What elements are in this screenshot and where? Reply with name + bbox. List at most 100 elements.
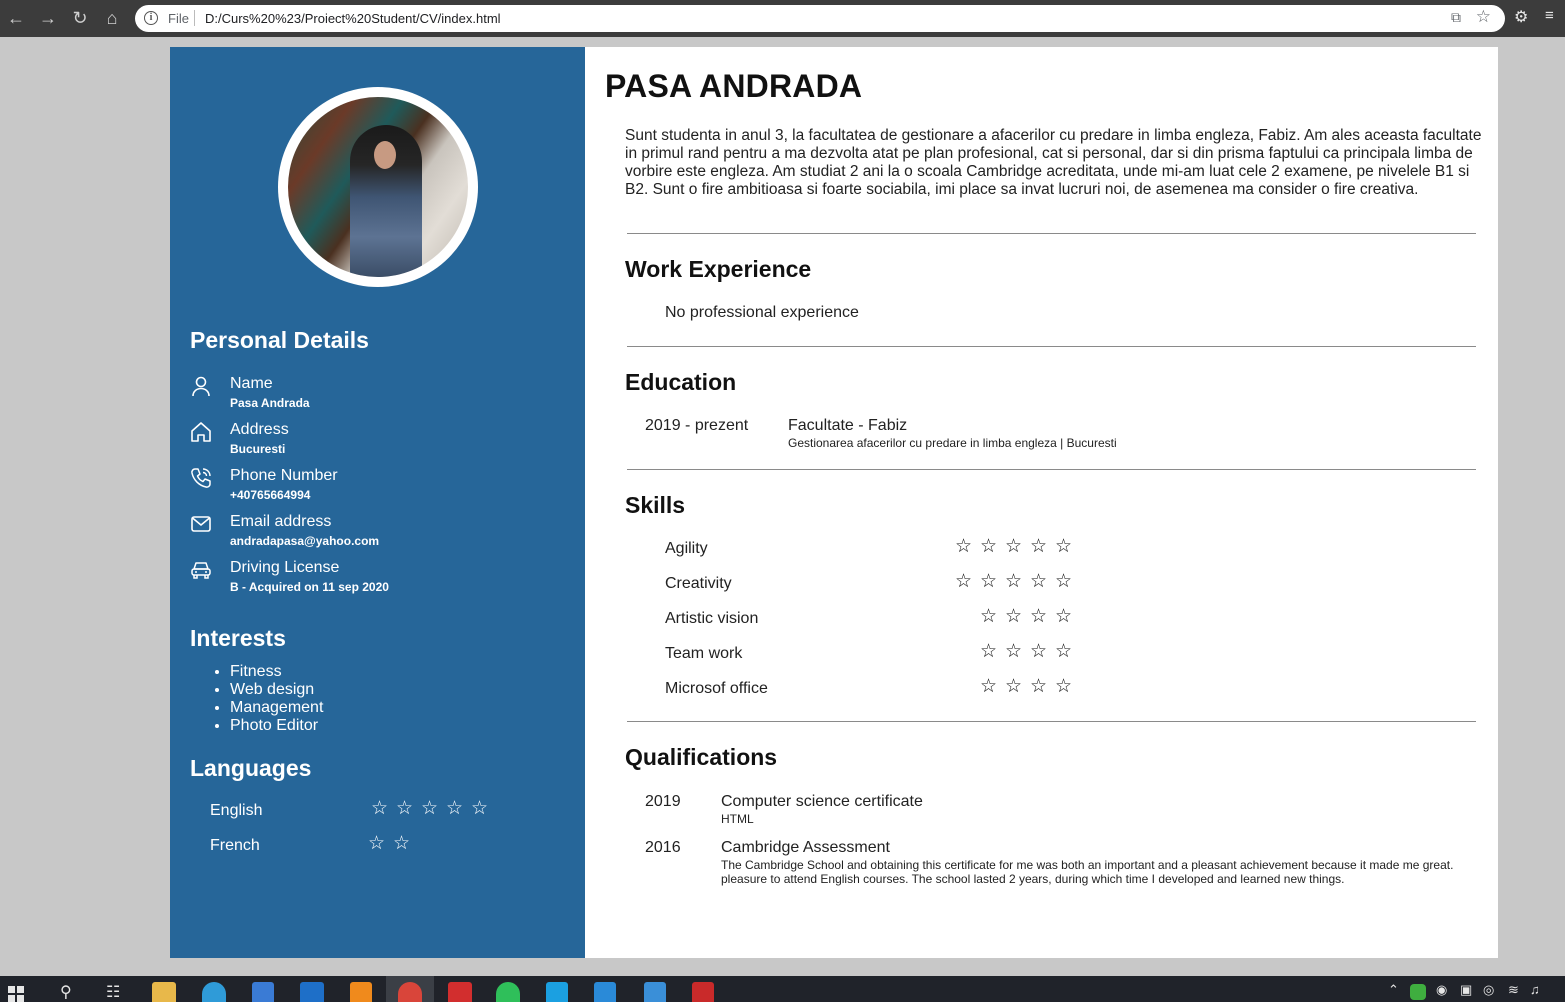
share-icon[interactable]: ⧉ (1451, 9, 1461, 26)
divider (627, 346, 1476, 347)
star-icon: ☆ (420, 798, 439, 819)
star-icon: ☆ (1054, 571, 1073, 592)
volume-icon[interactable]: ♫ (1530, 982, 1540, 997)
detail-driving-license: Driving License B - Acquired on 11 sep 2… (190, 559, 570, 599)
phone-icon (191, 468, 211, 488)
language-rating: ☆ ☆ (365, 833, 413, 855)
star-icon: ☆ (1004, 571, 1023, 592)
detail-value: B - Acquired on 11 sep 2020 (230, 580, 389, 594)
detail-name: Name Pasa Andrada (190, 375, 570, 415)
extensions-puzzle-icon[interactable]: ⚙ (1514, 7, 1528, 27)
star-icon: ☆ (979, 606, 998, 627)
education-period: 2019 - prezent (645, 417, 749, 434)
star-icon: ☆ (1054, 536, 1073, 557)
reading-list-icon[interactable]: ≡ (1545, 7, 1554, 24)
divider (627, 469, 1476, 470)
star-icon: ☆ (1054, 676, 1073, 697)
taskbar: ⚲ ☷ ⌃ ◉ ▣ ◎ ≋ ♫ (0, 976, 1565, 1002)
interests-heading: Interests (190, 625, 286, 651)
work-experience-text: No professional experience (665, 304, 859, 321)
home-button-icon[interactable]: ⌂ (100, 6, 124, 30)
qualification-detail: The Cambridge School and obtaining this … (721, 858, 1454, 886)
star-icon: ☆ (1054, 641, 1073, 662)
wifi-icon[interactable]: ≋ (1508, 982, 1519, 998)
language-name: English (210, 802, 263, 819)
url-text[interactable]: D:/Curs%20%23/Proiect%20Student/CV/index… (205, 11, 501, 26)
language-name: French (210, 837, 260, 854)
vlc-icon[interactable] (350, 982, 372, 1002)
site-info-icon[interactable]: i (144, 11, 158, 25)
page-title: PASA ANDRADA (605, 68, 863, 104)
skill-rating: ☆ ☆ ☆ ☆ (977, 676, 1075, 698)
work-experience-heading: Work Experience (625, 256, 812, 282)
qualification-detail: HTML (721, 812, 754, 826)
star-icon: ☆ (1004, 676, 1023, 697)
skill-row: Team work ☆ ☆ ☆ ☆ (665, 641, 1085, 669)
star-icon: ☆ (1004, 536, 1023, 557)
skill-rating: ☆ ☆ ☆ ☆ ☆ (952, 571, 1075, 593)
interest-item: Fitness (230, 663, 323, 681)
skill-name: Microsof office (665, 680, 768, 697)
star-icon: ☆ (979, 571, 998, 592)
photos-icon[interactable] (644, 982, 666, 1002)
windows-start-icon[interactable] (8, 986, 24, 1002)
address-bar[interactable]: i File D:/Curs%20%23/Proiect%20Student/C… (135, 5, 1505, 32)
home-icon (191, 422, 211, 442)
forward-arrow-icon[interactable]: → (36, 6, 60, 30)
mail-app-icon[interactable] (300, 982, 324, 1002)
tray-camera-icon[interactable]: ▣ (1460, 982, 1472, 998)
bookmark-star-icon[interactable]: ☆ (1476, 7, 1491, 27)
interest-item: Web design (230, 681, 323, 699)
divider (627, 721, 1476, 722)
interests-list: Fitness Web design Management Photo Edit… (230, 663, 323, 735)
search-icon[interactable]: ⚲ (60, 982, 72, 1002)
cv-page: Personal Details Name Pasa Andrada Addre… (170, 47, 1498, 958)
profile-photo (288, 97, 468, 277)
skill-row: Creativity ☆ ☆ ☆ ☆ ☆ (665, 571, 1085, 599)
mail-icon (191, 516, 211, 532)
skype-icon[interactable] (546, 982, 568, 1002)
back-arrow-icon[interactable]: ← (4, 6, 28, 30)
skills-heading: Skills (625, 492, 686, 518)
chevron-up-icon[interactable]: ⌃ (1388, 982, 1399, 998)
languages-heading: Languages (190, 755, 312, 781)
skill-rating: ☆ ☆ ☆ ☆ ☆ (952, 536, 1075, 558)
skill-row: Artistic vision ☆ ☆ ☆ ☆ (665, 606, 1085, 634)
skill-name: Agility (665, 540, 708, 557)
language-rating: ☆ ☆ ☆ ☆ ☆ (368, 798, 491, 820)
detail-label: Name (230, 375, 273, 392)
language-row: French ☆ ☆ (210, 833, 540, 861)
education-heading: Education (625, 369, 737, 395)
detail-value: andradapasa@yahoo.com (230, 534, 380, 548)
whatsapp-icon[interactable] (496, 982, 520, 1002)
vscode-icon[interactable] (594, 982, 616, 1002)
education-title: Facultate - Fabiz (788, 417, 908, 434)
skill-name: Artistic vision (665, 610, 759, 627)
star-icon: ☆ (979, 536, 998, 557)
star-icon: ☆ (392, 833, 411, 854)
detail-email: Email address andradapasa@yahoo.com (190, 513, 570, 553)
wps-icon[interactable] (448, 982, 472, 1002)
detail-label: Phone Number (230, 467, 338, 484)
task-view-icon[interactable]: ☷ (106, 982, 120, 1002)
store-icon[interactable] (252, 982, 274, 1002)
qualification-title: Computer science certificate (721, 793, 923, 810)
chrome-icon[interactable] (398, 982, 422, 1002)
tray-target-icon[interactable]: ◎ (1483, 982, 1494, 998)
file-explorer-icon[interactable] (152, 982, 176, 1002)
reload-icon[interactable]: ↻ (68, 6, 92, 30)
star-icon: ☆ (979, 676, 998, 697)
skill-rating: ☆ ☆ ☆ ☆ (977, 606, 1075, 628)
acrobat-icon[interactable] (692, 982, 714, 1002)
detail-address: Address Bucuresti (190, 421, 570, 461)
star-icon: ☆ (979, 641, 998, 662)
detail-phone: Phone Number +40765664994 (190, 467, 570, 507)
language-row: English ☆ ☆ ☆ ☆ ☆ (210, 798, 540, 826)
interest-item: Photo Editor (230, 717, 323, 735)
edge-icon[interactable] (202, 982, 226, 1002)
detail-value: Bucuresti (230, 442, 286, 456)
security-tray-icon[interactable] (1410, 984, 1426, 1000)
star-icon: ☆ (1029, 571, 1048, 592)
star-icon: ☆ (1029, 676, 1048, 697)
tray-app-icon[interactable]: ◉ (1436, 982, 1447, 998)
